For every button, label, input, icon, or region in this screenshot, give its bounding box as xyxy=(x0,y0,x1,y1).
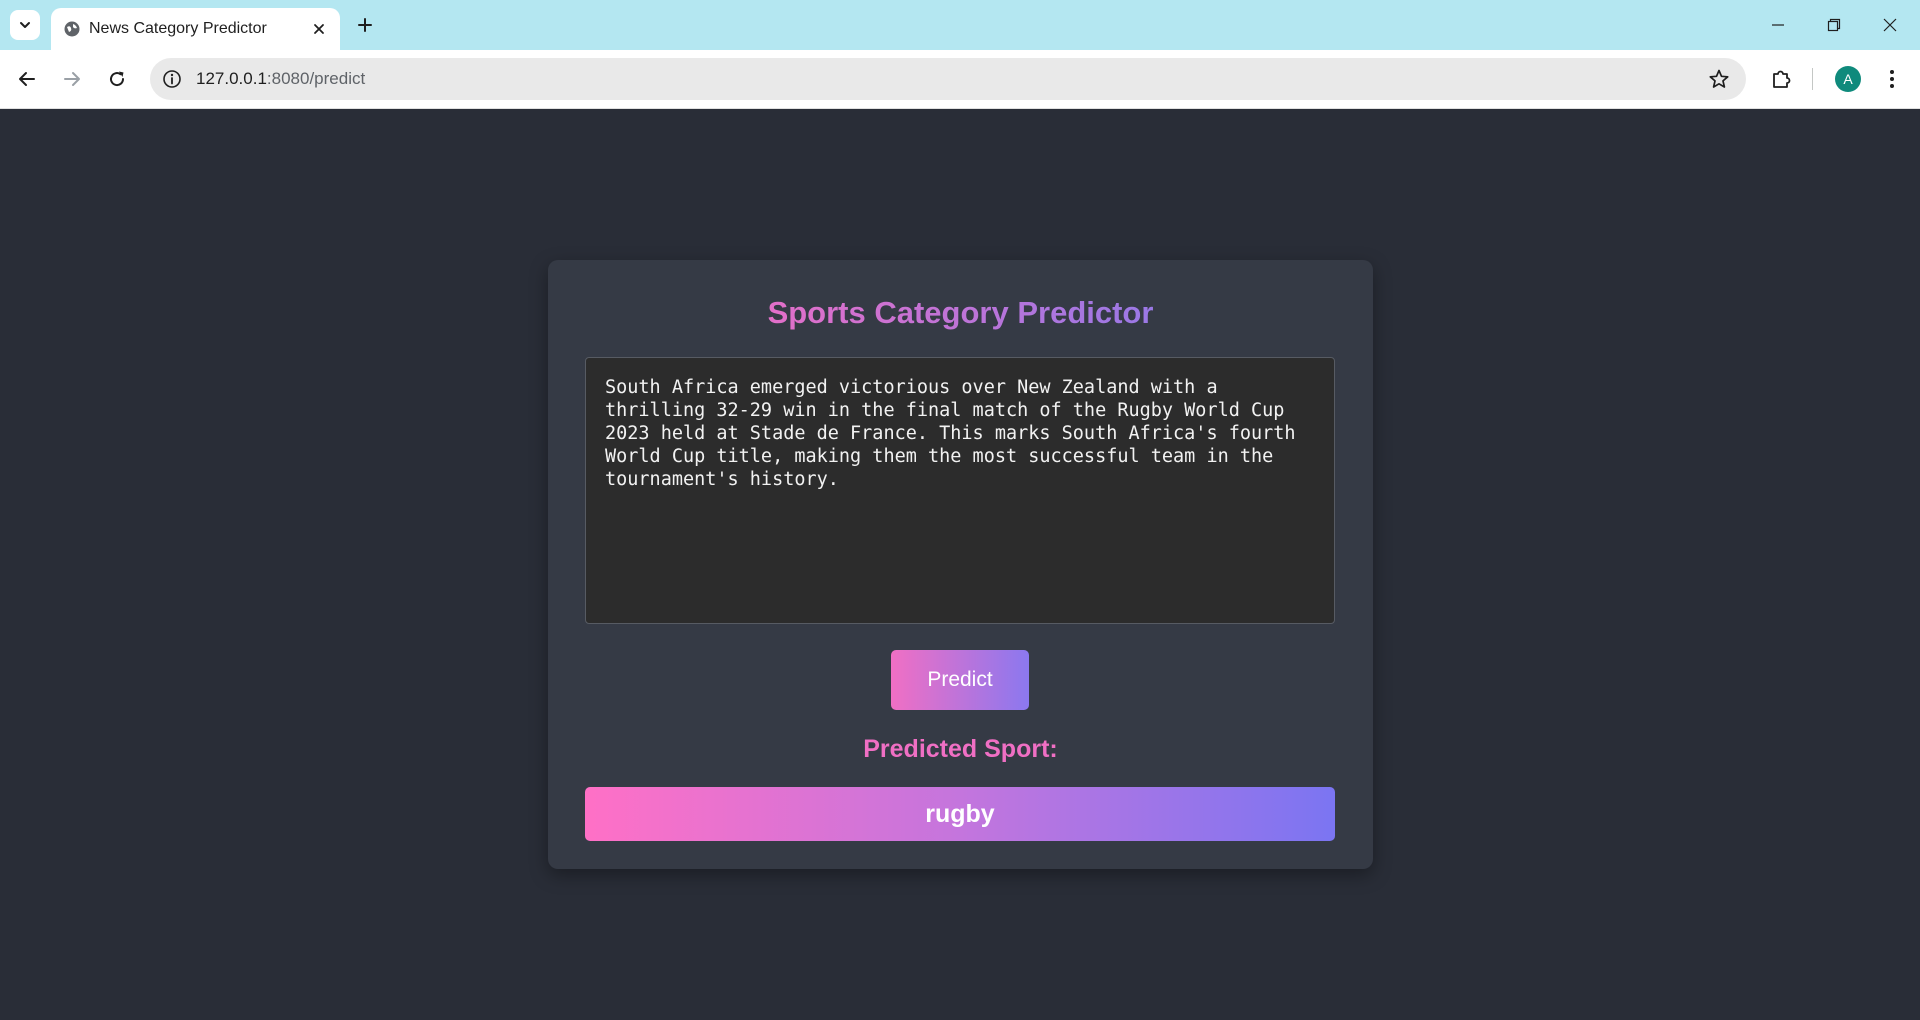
star-icon[interactable] xyxy=(1708,68,1730,90)
close-icon xyxy=(314,24,324,34)
kebab-menu-icon xyxy=(1890,70,1894,88)
chevron-down-icon xyxy=(20,22,30,28)
tab-title: News Category Predictor xyxy=(89,20,267,37)
result-value: rugby xyxy=(585,787,1335,841)
profile-avatar[interactable]: A xyxy=(1835,66,1861,92)
page-viewport: Sports Category Predictor South Africa e… xyxy=(0,109,1920,1020)
tab-search-button[interactable] xyxy=(10,10,40,40)
reload-button[interactable] xyxy=(103,65,131,93)
url-path: :8080/predict xyxy=(266,69,366,88)
tab-strip: News Category Predictor xyxy=(0,0,1920,50)
predictor-card: Sports Category Predictor South Africa e… xyxy=(548,260,1373,869)
new-tab-button[interactable] xyxy=(353,10,377,40)
puzzle-icon xyxy=(1773,70,1791,88)
news-text-input[interactable]: South Africa emerged victorious over New… xyxy=(585,357,1335,624)
result-heading: Predicted Sport: xyxy=(863,735,1058,763)
close-icon xyxy=(1883,18,1897,32)
globe-icon xyxy=(64,21,80,37)
minimize-button[interactable] xyxy=(1750,0,1806,50)
minimize-icon xyxy=(1772,24,1784,26)
tab-close-button[interactable] xyxy=(308,18,330,40)
arrow-left-icon xyxy=(19,72,35,86)
info-icon[interactable] xyxy=(162,69,182,89)
browser-menu-button[interactable] xyxy=(1880,65,1904,93)
plus-icon xyxy=(358,18,372,32)
url-text[interactable]: 127.0.0.1:8080/predict xyxy=(196,69,365,89)
browser-toolbar: 127.0.0.1:8080/predict xyxy=(0,50,1920,109)
page-title: Sports Category Predictor xyxy=(548,295,1373,331)
address-bar[interactable]: 127.0.0.1:8080/predict xyxy=(150,58,1746,100)
forward-button[interactable] xyxy=(58,65,86,93)
restore-button[interactable] xyxy=(1806,0,1862,50)
arrow-right-icon xyxy=(64,72,80,86)
back-button[interactable] xyxy=(13,65,41,93)
extensions-button[interactable] xyxy=(1767,65,1795,93)
restore-icon xyxy=(1827,18,1841,32)
predict-button[interactable]: Predict xyxy=(891,650,1029,710)
url-host: 127.0.0.1 xyxy=(196,69,267,88)
toolbar-separator xyxy=(1812,68,1813,90)
close-window-button[interactable] xyxy=(1862,0,1918,50)
page-title-text: Sports Category Predictor xyxy=(767,295,1154,330)
reload-icon xyxy=(110,71,125,87)
active-tab[interactable]: News Category Predictor xyxy=(51,8,340,50)
